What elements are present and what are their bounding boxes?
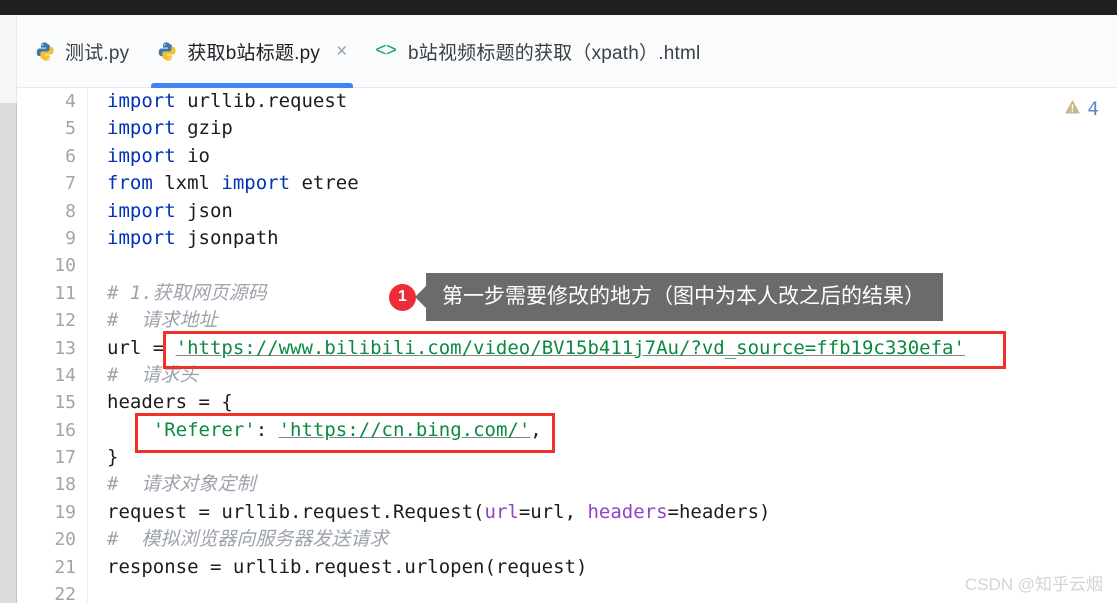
- code-token: url: [484, 500, 519, 523]
- code-token: import: [107, 226, 176, 249]
- tab-label: 测试.py: [65, 42, 130, 64]
- left-edge-strip: [0, 15, 17, 103]
- code-token: urllib.request: [175, 90, 348, 112]
- tab-2[interactable]: 获取b站标题.py ×: [143, 15, 361, 88]
- line-number: 21: [54, 556, 76, 578]
- code-token: import: [107, 117, 176, 140]
- line-number: 12: [54, 310, 76, 332]
- line-number: 4: [65, 91, 76, 112]
- line-number: 19: [54, 501, 76, 523]
- python-file-icon: [157, 41, 178, 62]
- code-token: io: [175, 144, 210, 167]
- code-token: }: [107, 446, 119, 469]
- code-line-16[interactable]: 'Referer': 'https://cn.bing.com/',: [107, 417, 1117, 444]
- callout-badge: 1: [389, 283, 416, 311]
- line-number: 9: [65, 227, 76, 249]
- warning-triangle-icon: [1064, 99, 1081, 120]
- code-token: # 请求头: [107, 363, 199, 386]
- line-number-gutter: 4 5 6 7 8 9 10 11 12 13 14 15 16 17 18 19 20 21 22: [17, 88, 88, 603]
- line-number: 11: [54, 282, 76, 304]
- line-number: 20: [54, 529, 76, 551]
- code-token: response = urllib.request.urlopen(reques…: [107, 555, 588, 578]
- code-token: json: [175, 199, 233, 222]
- code-token: headers = {: [107, 391, 233, 414]
- code-line-6[interactable]: import io: [107, 143, 1117, 170]
- code-token: import: [107, 199, 176, 222]
- line-number: 6: [65, 145, 76, 167]
- window-title-bar: [0, 0, 1117, 15]
- code-content[interactable]: import urllib.request import gzip import i…: [89, 88, 1117, 603]
- code-editor-window: 测试.py 获取b站标题.py × <> b站视频标题的获取（xpath）.html 4…: [0, 0, 1117, 603]
- code-line-18[interactable]: # 请求对象定制: [107, 471, 1117, 498]
- code-line-5[interactable]: import gzip: [107, 115, 1117, 142]
- code-token: 'https://cn.bing.com/': [278, 418, 531, 441]
- active-tab-indicator: [151, 82, 354, 88]
- code-line-13[interactable]: url = 'https://www.bilibili.com/video/BV…: [107, 335, 1117, 362]
- code-token: headers: [587, 500, 668, 523]
- code-line-17[interactable]: }: [107, 444, 1117, 471]
- code-token: from: [107, 172, 153, 195]
- code-line-7[interactable]: from lxml import etree: [107, 170, 1117, 197]
- code-token: request = urllib.request.Request(: [107, 500, 485, 523]
- code-token: # 1.获取网页源码: [107, 281, 267, 304]
- code-token: gzip: [175, 117, 233, 140]
- line-number: 7: [65, 173, 76, 195]
- code-token: import: [107, 90, 176, 112]
- vertical-scrollbar[interactable]: [0, 103, 17, 603]
- code-token: # 模拟浏览器向服务器发送请求: [107, 528, 389, 551]
- code-token: url =: [107, 336, 176, 359]
- warning-count: 4: [1087, 98, 1099, 120]
- line-number: 8: [65, 200, 76, 222]
- html-file-icon: <>: [375, 40, 397, 62]
- tab-label: 获取b站标题.py: [187, 42, 321, 64]
- code-line-8[interactable]: import json: [107, 198, 1117, 225]
- code-token: 'Referer': [152, 418, 256, 441]
- callout-bubble-text: 第一步需要修改的地方（图中为本人改之后的结果）: [426, 273, 943, 321]
- line-number: 17: [54, 447, 76, 469]
- line-number: 5: [65, 118, 76, 140]
- close-icon[interactable]: ×: [336, 42, 347, 61]
- editor-tab-bar: 测试.py 获取b站标题.py × <> b站视频标题的获取（xpath）.html: [17, 15, 1117, 88]
- code-line-14[interactable]: # 请求头: [107, 362, 1117, 389]
- line-number: 18: [54, 474, 76, 496]
- code-token: jsonpath: [175, 226, 279, 249]
- code-line-9[interactable]: import jsonpath: [107, 225, 1117, 252]
- line-number: 10: [54, 255, 76, 277]
- code-line-15[interactable]: headers = {: [107, 389, 1117, 416]
- watermark: CSDN @知乎云烟: [964, 575, 1103, 594]
- code-line-20[interactable]: # 模拟浏览器向服务器发送请求: [107, 526, 1117, 553]
- warning-indicator[interactable]: 4: [1064, 98, 1099, 120]
- code-token: =url,: [518, 500, 588, 523]
- code-token: lxml: [152, 172, 222, 195]
- tab-label: b站视频标题的获取（xpath）.html: [408, 42, 701, 64]
- python-file-icon: [35, 41, 56, 62]
- code-token: =headers): [667, 500, 771, 523]
- code-token: # 请求地址: [107, 309, 218, 332]
- code-token: :: [255, 418, 279, 441]
- code-line-19[interactable]: request = urllib.request.Request(url=url…: [107, 499, 1117, 526]
- code-token: 'https://www.bilibili.com/video/BV15b411…: [175, 336, 965, 359]
- line-number: 14: [54, 364, 76, 386]
- code-token: # 请求对象定制: [107, 473, 256, 496]
- editor-pane[interactable]: 4 5 6 7 8 9 10 11 12 13 14 15 16 17 18 19 20 21 22 import …: [17, 88, 1117, 603]
- line-number: 15: [54, 392, 76, 414]
- tab-3[interactable]: <> b站视频标题的获取（xpath）.html: [361, 15, 714, 88]
- line-number: 13: [54, 337, 76, 359]
- tab-1[interactable]: 测试.py: [17, 15, 143, 88]
- code-token: ,: [530, 418, 542, 441]
- code-token: etree: [290, 172, 359, 195]
- line-number: 22: [54, 584, 76, 603]
- annotation-callout: 1 第一步需要修改的地方（图中为本人改之后的结果）: [389, 273, 943, 321]
- code-token: import: [107, 144, 176, 167]
- code-token: import: [221, 172, 291, 195]
- line-number: 16: [54, 419, 76, 441]
- code-line-4[interactable]: import urllib.request: [107, 88, 1117, 115]
